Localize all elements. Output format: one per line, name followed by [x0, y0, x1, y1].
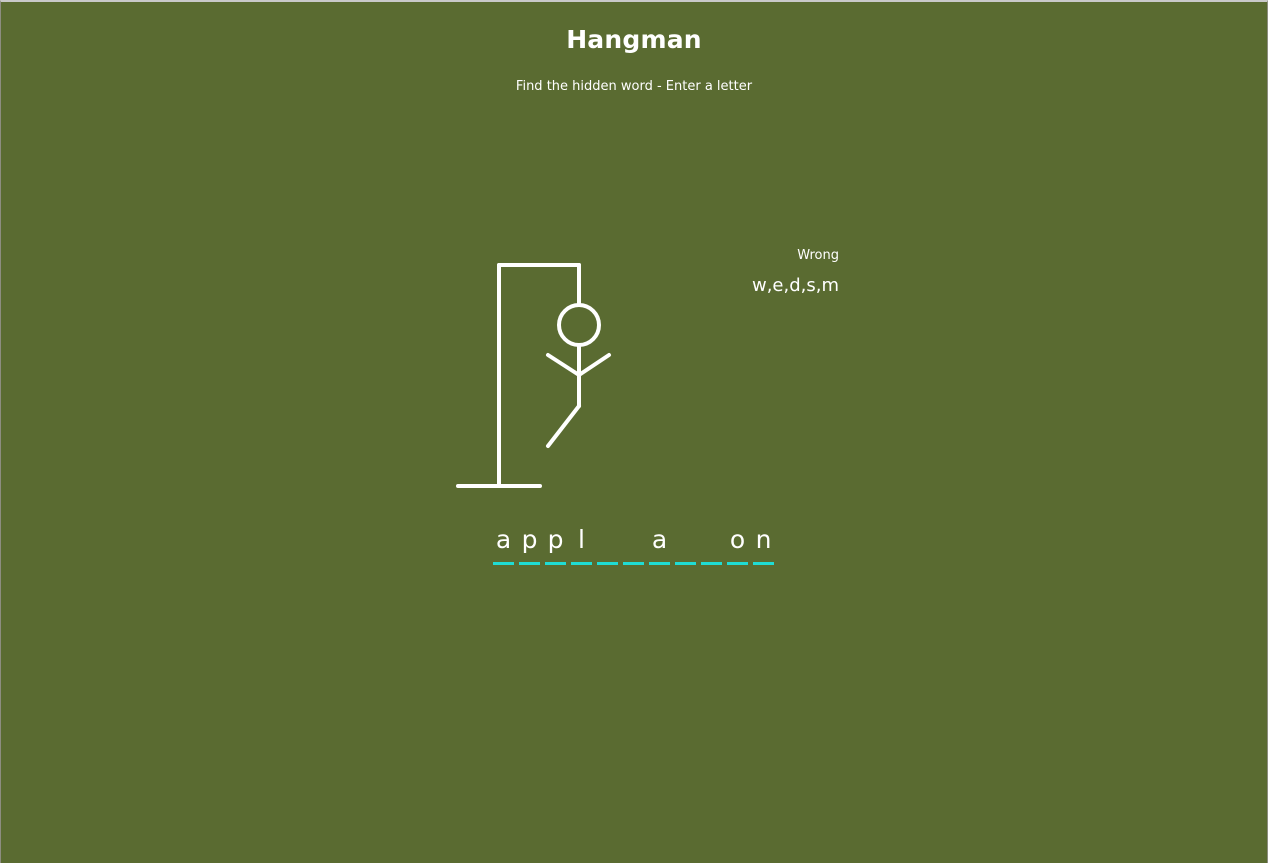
hangman-figure [456, 263, 611, 488]
letter-slot [675, 524, 696, 566]
letter-text: a [495, 525, 512, 554]
letter-text: a [651, 525, 668, 554]
letter-slot: p [545, 524, 566, 566]
letter-dash [649, 562, 670, 565]
wrong-label: Wrong [797, 248, 839, 263]
window-frame [0, 0, 1268, 863]
letter-text: o [729, 525, 746, 554]
hangman-head [557, 303, 601, 347]
wrong-letters: w,e,d,s,m [751, 275, 839, 296]
hangman-left-leg [546, 404, 581, 448]
letter-dash [597, 562, 618, 565]
letter-text: n [755, 525, 772, 554]
letter-dash [519, 562, 540, 565]
game-title: Hangman [566, 25, 702, 54]
letter-slot [597, 524, 618, 566]
hangman-right-arm [577, 353, 611, 377]
letter-text: p [521, 525, 538, 554]
letter-dash [675, 562, 696, 565]
letter-dash [753, 562, 774, 565]
letter-dash [545, 562, 566, 565]
letter-dash [727, 562, 748, 565]
letter-dash [623, 562, 644, 565]
letter-slot: a [493, 524, 514, 566]
letter-slot: p [519, 524, 540, 566]
letter-dash [701, 562, 722, 565]
letter-text: p [547, 525, 564, 554]
hangman-left-arm [546, 353, 581, 377]
letter-slot: n [753, 524, 774, 566]
letter-slot [701, 524, 722, 566]
letter-slot: l [571, 524, 592, 566]
game-instructions: Find the hidden word - Enter a letter [515, 79, 753, 94]
letter-dash [571, 562, 592, 565]
letter-slot: o [727, 524, 748, 566]
letter-dash [493, 562, 514, 565]
letter-slot [623, 524, 644, 566]
hidden-word: a p p l a o n [493, 524, 774, 566]
letter-slot: a [649, 524, 670, 566]
letter-text: l [578, 525, 585, 554]
